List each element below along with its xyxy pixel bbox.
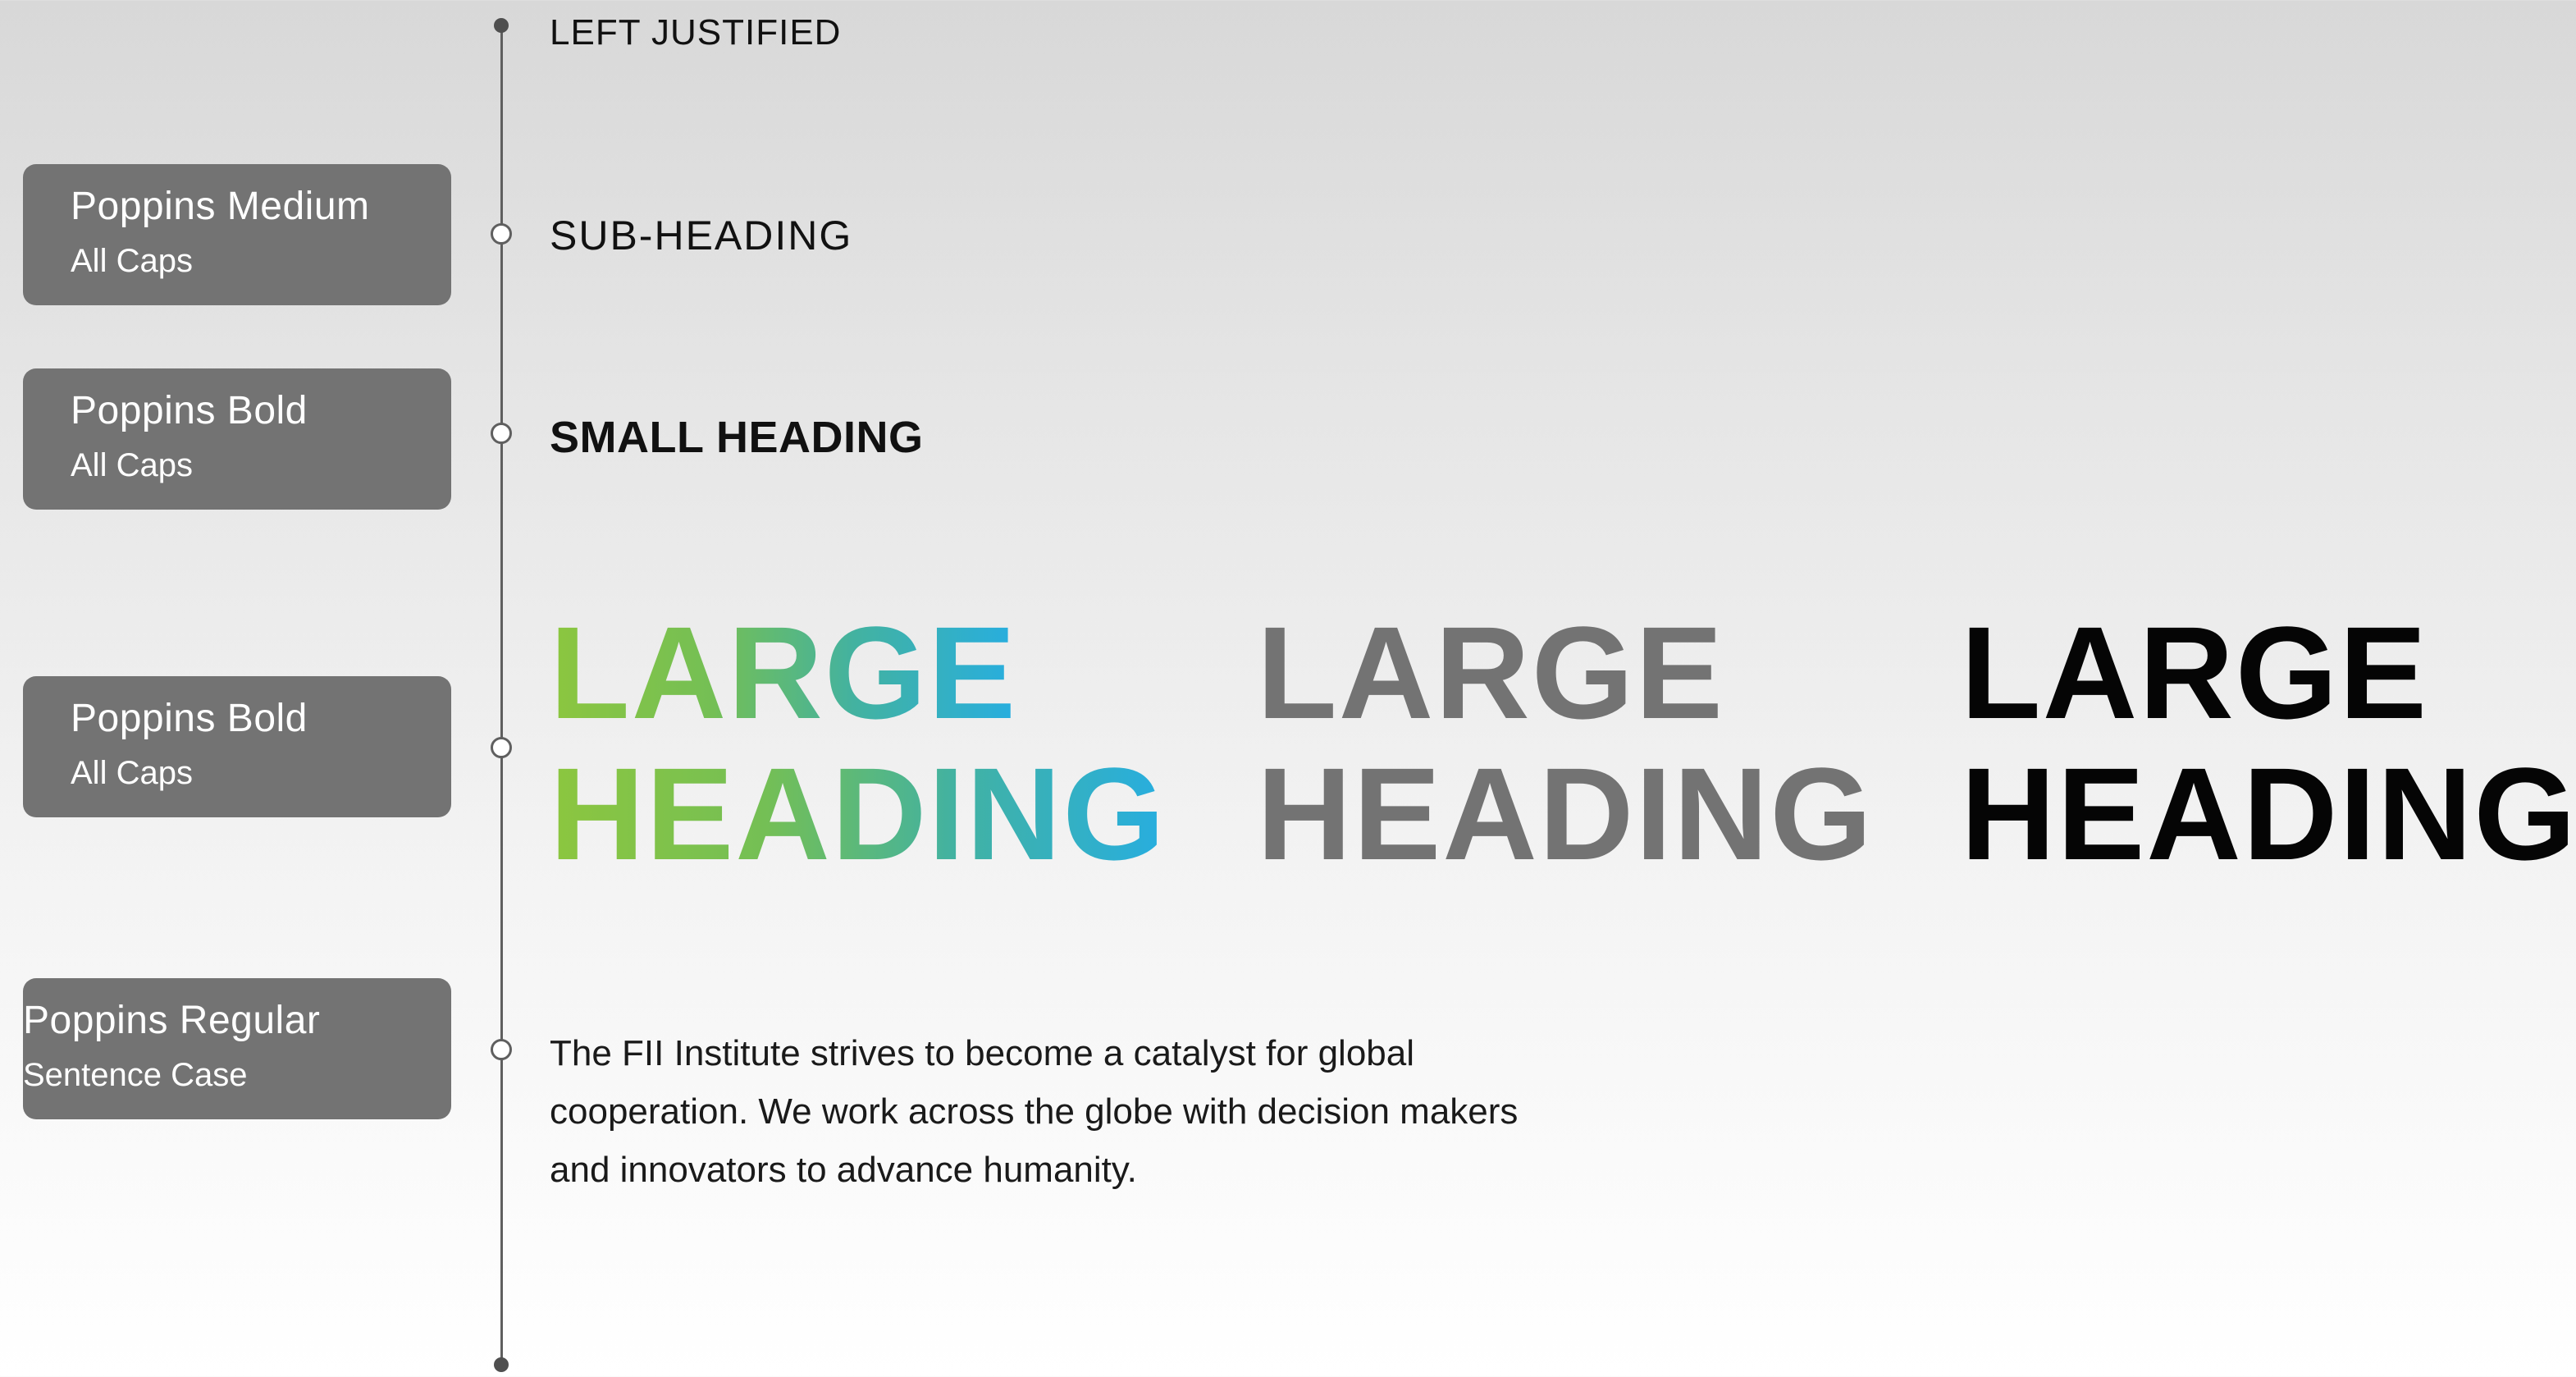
font-label-poppins-medium: Poppins Medium All Caps [23, 164, 451, 305]
timeline-node-small-heading [491, 423, 512, 444]
large-heading-line1: LARGE [1961, 599, 2428, 746]
left-justified-title: LEFT JUSTIFIED [550, 12, 842, 53]
font-label-subtitle: All Caps [71, 243, 193, 279]
font-label-subtitle: Sentence Case [23, 1057, 248, 1093]
timeline-end-dot [494, 1357, 509, 1372]
large-heading-gray-sample: LARGE HEADING [1257, 602, 1874, 885]
large-heading-black-sample: LARGE HEADING [1961, 602, 2576, 885]
large-heading-line2: HEADING [1257, 740, 1874, 887]
large-heading-line2: HEADING [1961, 740, 2576, 887]
timeline-node-sub-heading [491, 223, 512, 245]
font-label-title: Poppins Bold [71, 389, 308, 432]
font-label-subtitle: All Caps [71, 447, 193, 483]
font-label-poppins-bold-small: Poppins Bold All Caps [23, 368, 451, 510]
font-label-title: Poppins Bold [71, 697, 308, 740]
body-text-sample: The FII Institute strives to become a ca… [550, 1033, 1519, 1190]
font-label-title: Poppins Regular [23, 999, 321, 1042]
large-heading-line1: LARGE [550, 599, 1017, 746]
font-label-title: Poppins Medium [71, 185, 370, 228]
font-label-poppins-regular: Poppins Regular Sentence Case [23, 978, 451, 1119]
font-label-subtitle: All Caps [71, 755, 193, 791]
timeline-node-large-heading [491, 737, 512, 758]
timeline-start-dot [494, 18, 509, 33]
small-heading-sample: SMALL HEADING [550, 413, 924, 462]
large-heading-gradient-sample: LARGE HEADING [550, 602, 1167, 885]
large-heading-line1: LARGE [1257, 599, 1724, 746]
timeline-node-body [491, 1039, 512, 1060]
sub-heading-sample: SUB-HEADING [550, 213, 853, 258]
font-label-poppins-bold-large: Poppins Bold All Caps [23, 676, 451, 817]
large-heading-line2: HEADING [550, 740, 1167, 887]
